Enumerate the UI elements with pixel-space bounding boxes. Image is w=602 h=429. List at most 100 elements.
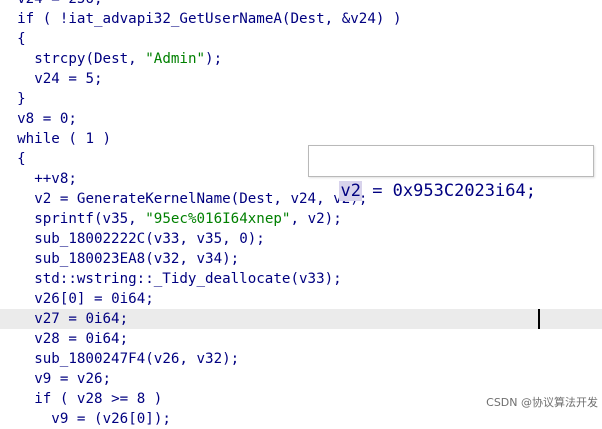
code-line[interactable]: strcpy(Dest, "Admin"); bbox=[0, 49, 602, 69]
code-variable[interactable]: v34 bbox=[197, 251, 223, 267]
code-punctuation: ; bbox=[68, 111, 77, 127]
code-line[interactable]: sub_18002222C(v33, v35, 0); bbox=[0, 229, 602, 249]
code-variable[interactable]: v26 bbox=[154, 351, 180, 367]
code-variable[interactable]: Dest bbox=[94, 51, 128, 67]
code-line[interactable]: v9 = (v26[0]); bbox=[0, 409, 602, 429]
code-string-literal: "Admin" bbox=[145, 51, 206, 67]
code-line-content: } bbox=[0, 91, 26, 107]
code-variable[interactable]: v8 bbox=[51, 171, 68, 187]
code-keyword: if bbox=[17, 11, 35, 27]
code-variable[interactable]: v24 bbox=[290, 191, 316, 207]
code-line-content: sub_180023EA8(v32, v34); bbox=[0, 251, 239, 267]
code-variable[interactable]: v35 bbox=[103, 211, 129, 227]
code-line[interactable]: v27 = 0i64; bbox=[0, 309, 602, 329]
code-line-content: if ( !iat_advapi32_GetUserNameA(Dest, &v… bbox=[0, 11, 402, 27]
code-keyword: if bbox=[34, 391, 52, 407]
code-variable[interactable]: v28 bbox=[34, 331, 60, 347]
code-punctuation: ( ! bbox=[34, 11, 69, 27]
code-punctuation: ]); bbox=[145, 411, 171, 427]
code-function-name[interactable]: sub_18002222C bbox=[34, 231, 145, 247]
code-line-content: sub_18002222C(v33, v35, 0); bbox=[0, 231, 265, 247]
code-function-name[interactable]: strcpy bbox=[34, 51, 85, 67]
code-line-content: v28 = 0i64; bbox=[0, 331, 128, 347]
code-punctuation: , bbox=[290, 211, 308, 227]
code-punctuation: ); bbox=[247, 231, 265, 247]
code-punctuation: ( bbox=[59, 131, 86, 147]
code-variable[interactable]: Dest bbox=[290, 11, 324, 27]
code-variable[interactable]: v2 bbox=[308, 211, 325, 227]
code-punctuation: ; bbox=[119, 331, 129, 347]
code-punctuation: , & bbox=[324, 11, 351, 27]
code-line-content: strcpy(Dest, "Admin"); bbox=[0, 51, 222, 67]
code-function-name[interactable]: sprintf bbox=[34, 211, 94, 227]
code-line[interactable]: { bbox=[0, 29, 602, 49]
code-line[interactable]: sprintf(v35, "95ec%016I64xnep", v2); bbox=[0, 209, 602, 229]
code-variable[interactable]: v33 bbox=[299, 271, 325, 287]
code-line[interactable]: v24 = 256; bbox=[0, 0, 602, 9]
code-number: 0 bbox=[239, 231, 248, 247]
code-variable[interactable]: v26 bbox=[34, 291, 60, 307]
code-variable[interactable]: v9 bbox=[34, 371, 51, 387]
code-punctuation: , bbox=[273, 191, 291, 207]
code-variable[interactable]: v35 bbox=[197, 231, 223, 247]
code-line-content: v24 = 5; bbox=[0, 71, 102, 87]
code-punctuation: ) bbox=[145, 391, 163, 407]
code-punctuation: [ bbox=[128, 411, 137, 427]
code-punctuation: ; bbox=[102, 371, 112, 387]
code-line[interactable]: sub_1800247F4(v26, v32); bbox=[0, 349, 602, 369]
code-punctuation: ( bbox=[145, 351, 154, 367]
code-keyword: while bbox=[17, 131, 60, 147]
code-line-content: while ( 1 ) bbox=[0, 131, 111, 147]
code-variable[interactable]: v24 bbox=[17, 0, 43, 7]
code-line[interactable]: if ( !iat_advapi32_GetUserNameA(Dest, &v… bbox=[0, 9, 602, 29]
code-line[interactable]: v24 = 5; bbox=[0, 69, 602, 89]
code-punctuation: ); bbox=[222, 351, 240, 367]
code-punctuation: ( bbox=[85, 51, 94, 67]
code-variable[interactable]: v33 bbox=[154, 231, 180, 247]
code-variable[interactable]: v32 bbox=[154, 251, 180, 267]
code-punctuation: ) ) bbox=[375, 11, 402, 27]
code-punctuation: ] = bbox=[76, 291, 112, 307]
code-number: 5 bbox=[85, 71, 94, 87]
code-function-name[interactable]: sub_180023EA8 bbox=[34, 251, 145, 267]
pseudocode-view[interactable]: v24 = 256; if ( !iat_advapi32_GetUserName… bbox=[0, 0, 602, 429]
code-variable[interactable]: v24 bbox=[350, 11, 376, 27]
code-line[interactable]: std::wstring::_Tidy_deallocate(v33); bbox=[0, 269, 602, 289]
code-variable[interactable]: v8 bbox=[17, 111, 34, 127]
code-line[interactable]: v9 = v26; bbox=[0, 369, 602, 389]
code-punctuation: = bbox=[43, 0, 69, 7]
code-punctuation: ) bbox=[93, 131, 112, 147]
code-variable[interactable]: v28 bbox=[77, 391, 103, 407]
code-variable[interactable]: v32 bbox=[197, 351, 223, 367]
code-punctuation: = bbox=[59, 71, 86, 87]
code-line-content: std::wstring::_Tidy_deallocate(v33); bbox=[0, 271, 342, 287]
code-punctuation: ( bbox=[290, 271, 299, 287]
code-variable[interactable]: v24 bbox=[34, 71, 60, 87]
code-function-name[interactable]: GenerateKernelName bbox=[77, 191, 231, 207]
code-line[interactable]: sub_180023EA8(v32, v34); bbox=[0, 249, 602, 269]
code-function-name[interactable]: std::wstring::_Tidy_deallocate bbox=[34, 271, 290, 287]
code-variable[interactable]: v26 bbox=[103, 411, 129, 427]
code-line[interactable]: } bbox=[0, 89, 602, 109]
code-punctuation: , bbox=[128, 51, 146, 67]
code-number: 0i64 bbox=[85, 331, 120, 347]
code-line[interactable]: v8 = 0; bbox=[0, 109, 602, 129]
code-variable[interactable]: v27 bbox=[34, 311, 60, 327]
code-punctuation: ; bbox=[94, 0, 103, 7]
code-variable[interactable]: Dest bbox=[239, 191, 273, 207]
code-variable[interactable]: v9 bbox=[51, 411, 68, 427]
code-function-name[interactable]: iat_advapi32_GetUserNameA bbox=[68, 11, 282, 27]
code-line-content: v24 = 256; bbox=[0, 0, 103, 7]
code-line-content: v9 = v26; bbox=[0, 371, 111, 387]
code-variable[interactable]: v2 bbox=[34, 191, 51, 207]
code-number: 8 bbox=[136, 391, 146, 407]
code-number: 0i64 bbox=[85, 311, 120, 327]
code-punctuation: , bbox=[179, 251, 197, 267]
code-function-name[interactable]: sub_1800247F4 bbox=[34, 351, 145, 367]
code-line[interactable]: v26[0] = 0i64; bbox=[0, 289, 602, 309]
code-punctuation: , bbox=[179, 351, 197, 367]
code-punctuation: ); bbox=[222, 251, 240, 267]
code-punctuation: ( bbox=[230, 191, 240, 207]
code-line[interactable]: v28 = 0i64; bbox=[0, 329, 602, 349]
code-variable[interactable]: v26 bbox=[77, 371, 103, 387]
